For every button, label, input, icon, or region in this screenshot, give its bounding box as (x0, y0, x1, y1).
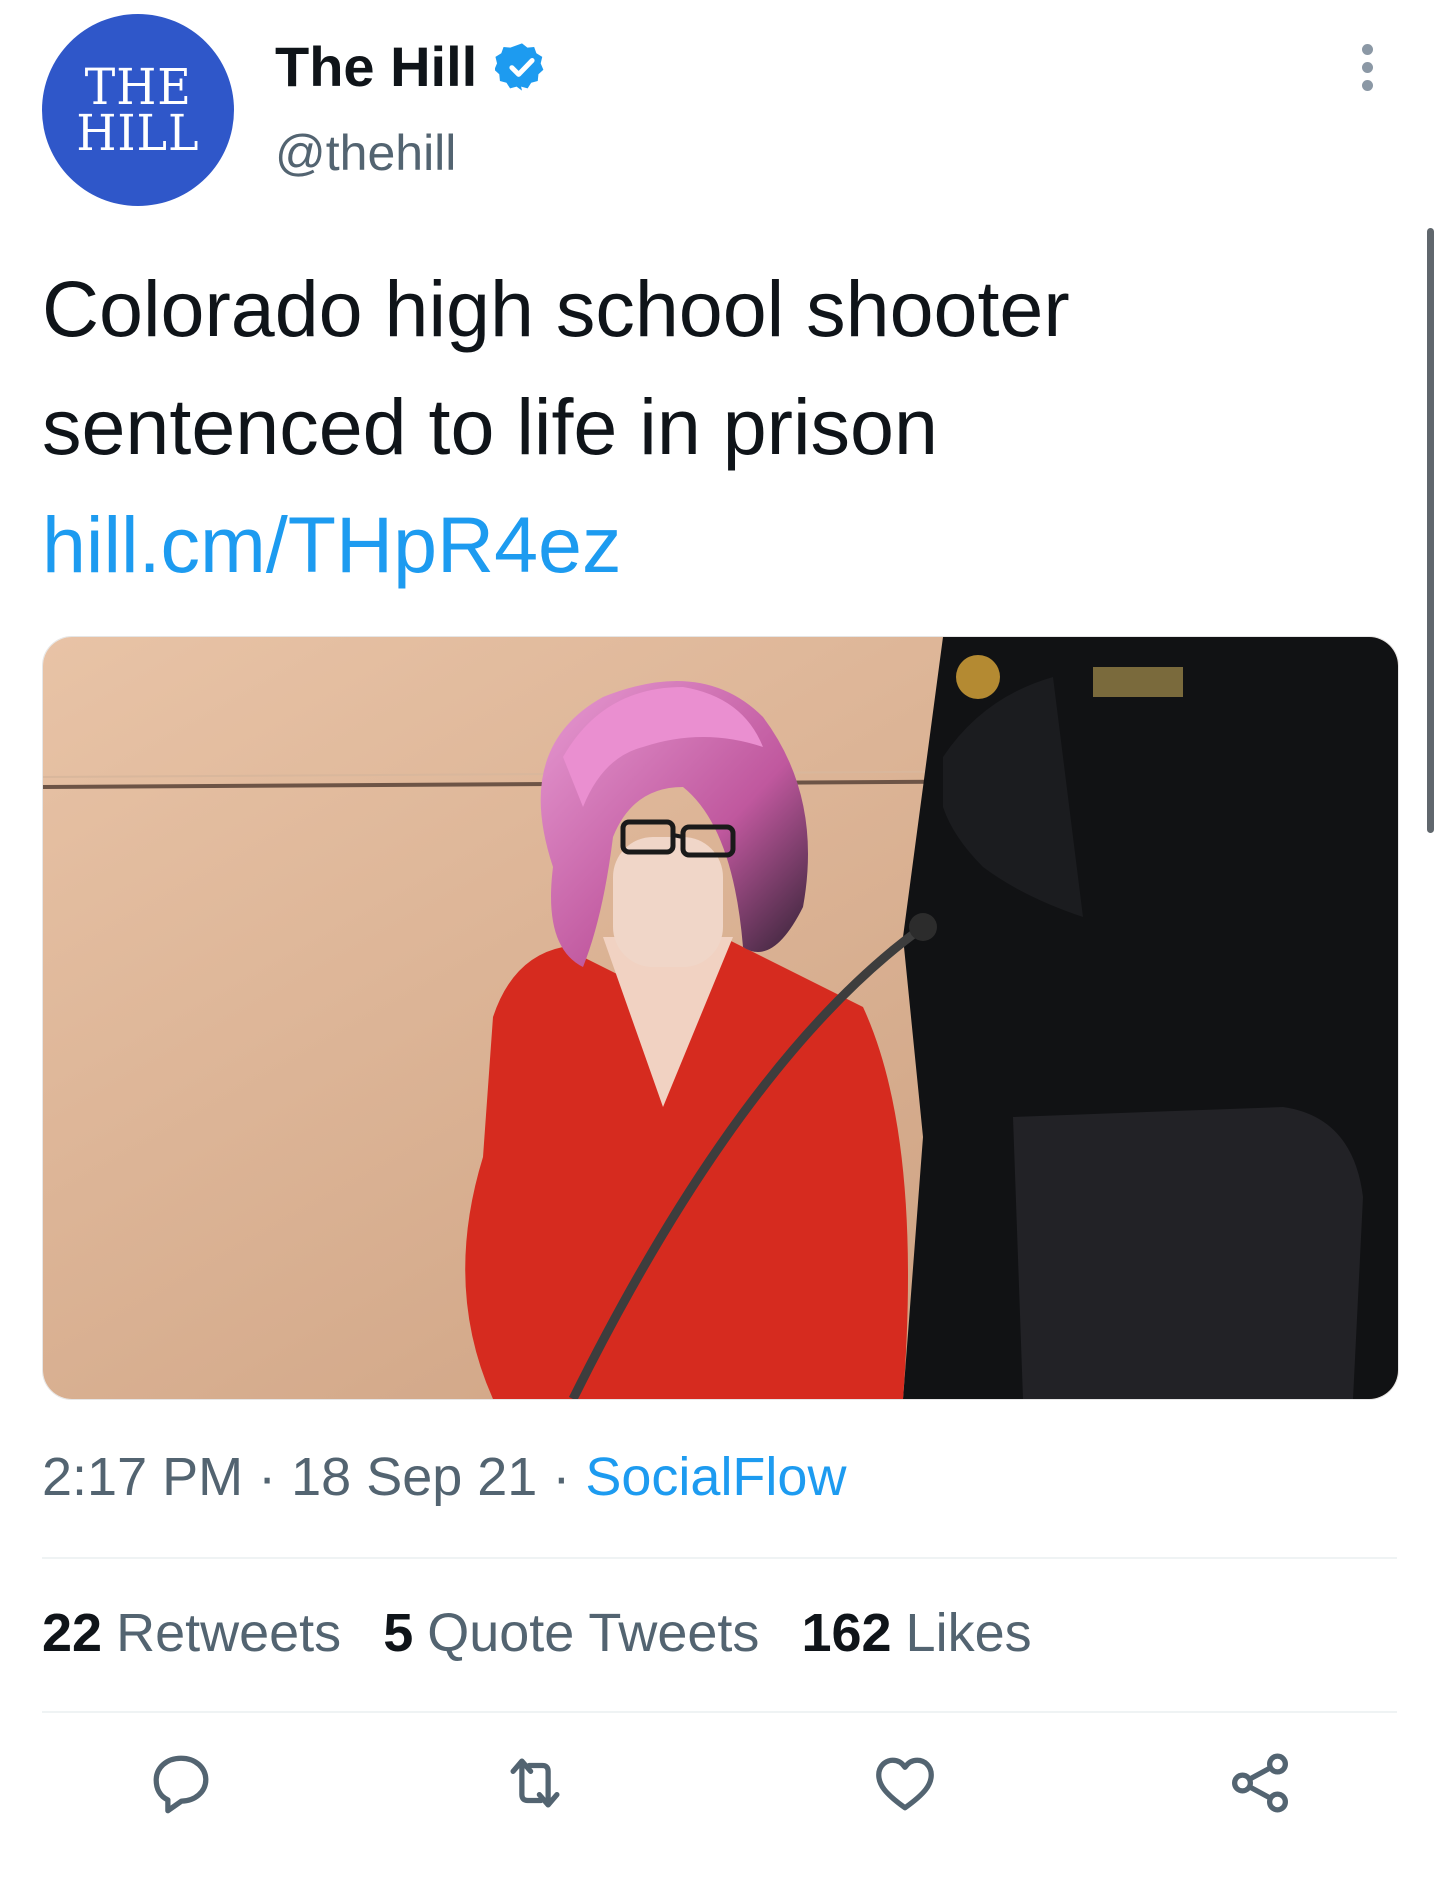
tweet-stats: 22 Retweets 5 Quote Tweets 162 Likes (42, 1602, 1074, 1664)
quote-tweets-stat[interactable]: 5 Quote Tweets (383, 1602, 759, 1664)
display-name-text: The Hill (275, 35, 478, 98)
tweet-time[interactable]: 2:17 PM (42, 1447, 243, 1507)
action-bar (0, 1748, 1440, 1838)
retweet-icon[interactable] (500, 1748, 570, 1818)
meta-separator: · (552, 1447, 571, 1507)
tweet-meta: 2:17 PM · 18 Sep 21 · SocialFlow (42, 1446, 846, 1508)
retweets-label: Retweets (116, 1603, 342, 1663)
avatar[interactable]: THE HILL (42, 14, 234, 206)
display-name[interactable]: The Hill (275, 34, 549, 99)
tweet-link[interactable]: hill.cm/THpR4ez (42, 500, 621, 589)
tweet-date[interactable]: 18 Sep 21 (291, 1447, 537, 1507)
divider (42, 1557, 1397, 1559)
quote-tweets-count: 5 (383, 1603, 414, 1663)
tweet-source[interactable]: SocialFlow (585, 1447, 846, 1507)
likes-label: Likes (905, 1603, 1032, 1663)
tweet-photo (43, 637, 1398, 1399)
verified-badge-icon (495, 42, 544, 91)
quote-tweets-label: Quote Tweets (427, 1603, 760, 1663)
avatar-text-line2: HILL (76, 104, 200, 162)
meta-separator: · (258, 1447, 277, 1507)
retweets-count: 22 (42, 1603, 103, 1663)
tweet-text: Colorado high school shooter sentenced t… (42, 250, 1402, 604)
share-icon[interactable] (1225, 1748, 1295, 1818)
retweets-stat[interactable]: 22 Retweets (42, 1602, 341, 1664)
reply-icon[interactable] (146, 1748, 216, 1818)
likes-count: 162 (801, 1603, 892, 1663)
like-icon[interactable] (870, 1748, 940, 1818)
divider (42, 1711, 1397, 1713)
user-handle[interactable]: @thehill (275, 124, 456, 182)
scrollbar[interactable] (1427, 228, 1434, 833)
tweet-image[interactable] (42, 636, 1399, 1400)
more-options-icon[interactable] (1352, 44, 1382, 100)
tweet-body: Colorado high school shooter sentenced t… (42, 264, 1070, 471)
likes-stat[interactable]: 162 Likes (801, 1602, 1031, 1664)
